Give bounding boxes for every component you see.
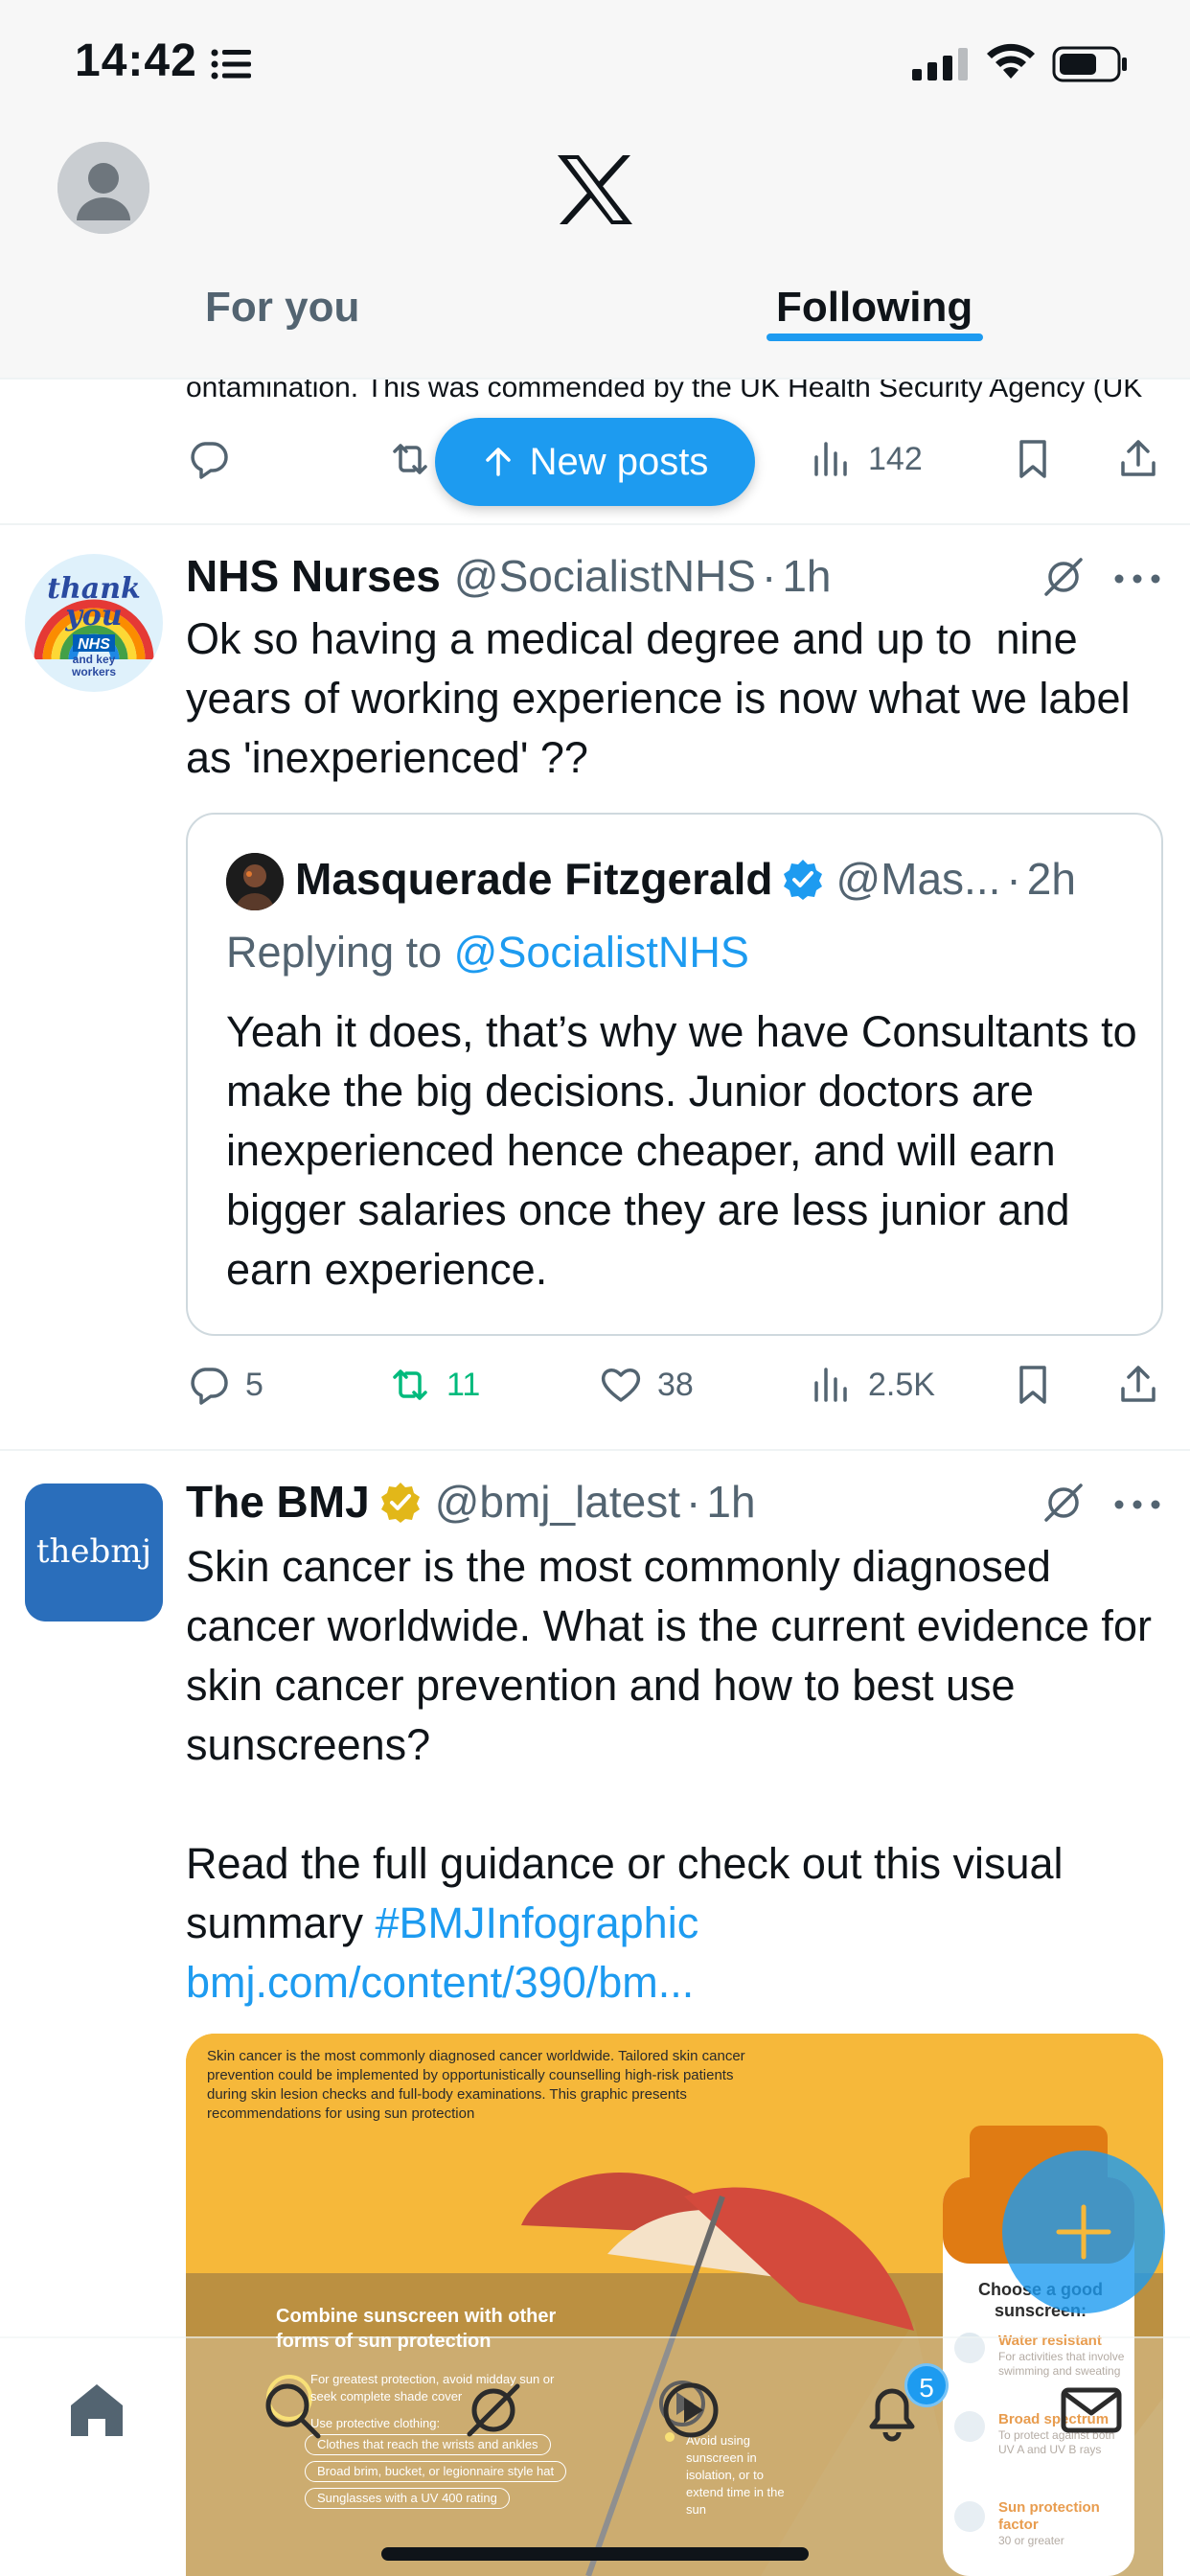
search-icon[interactable]: [259, 2377, 326, 2444]
compose-post-button[interactable]: [1002, 2150, 1165, 2313]
x-logo-icon[interactable]: [556, 153, 634, 226]
like-count: 38: [657, 1366, 694, 1403]
portrait-avatar-icon: [226, 853, 284, 910]
repost-button[interactable]: 11: [387, 1351, 480, 1418]
share-button[interactable]: [1115, 426, 1161, 493]
focus-list-icon: [211, 49, 251, 80]
views-stat[interactable]: 142: [809, 426, 923, 493]
bottom-navigation: 5: [0, 2336, 1190, 2576]
tab-following[interactable]: Following: [776, 284, 973, 332]
post-body-text-continued: Read the full guidance or check out this…: [186, 1834, 1173, 1953]
infographic-caption: Skin cancer is the most commonly diagnos…: [207, 2048, 745, 2122]
post-author-avatar[interactable]: thebmj: [25, 1484, 163, 1622]
grok-icon[interactable]: [1041, 554, 1087, 600]
replying-to-line: Replying to @SocialistNHS: [226, 928, 749, 978]
replying-to-handle[interactable]: @SocialistNHS: [454, 928, 749, 977]
bookmark-button[interactable]: [1010, 426, 1056, 493]
share-icon: [1121, 440, 1156, 476]
tab-for-you[interactable]: For you: [205, 284, 359, 332]
separator-dot: ·: [686, 1477, 701, 1527]
hashtag-link[interactable]: #BMJInfographic: [376, 1898, 699, 1947]
repost-icon: [393, 444, 427, 474]
author-handle[interactable]: @bmj_latest: [435, 1476, 680, 1528]
bmj-logo-icon: thebmj: [25, 1484, 163, 1622]
bookmark-button[interactable]: [1010, 1351, 1056, 1418]
new-posts-label: New posts: [529, 440, 709, 483]
post-age[interactable]: 1h: [782, 550, 831, 602]
quoted-author-handle: @Mas...: [835, 854, 1001, 904]
replying-to-label: Replying to: [226, 928, 454, 977]
post-action-bar: 5 11 38 2.5K: [186, 1351, 1163, 1418]
views-count: 2.5K: [868, 1366, 935, 1403]
quoted-author-name: Masquerade Fitzgerald: [295, 854, 773, 904]
top-header: 14:42 For you Following: [0, 0, 1190, 380]
heart-icon: [601, 1368, 641, 1402]
default-avatar-icon: [57, 142, 149, 234]
post-divider: [0, 523, 1190, 525]
author-name[interactable]: NHS Nurses: [186, 550, 441, 602]
grok-icon[interactable]: [460, 2377, 527, 2444]
status-bar: 14:42: [0, 0, 1190, 125]
spaces-icon[interactable]: [657, 2377, 724, 2444]
reply-button[interactable]: 5: [186, 1351, 263, 1418]
separator-dot: ·: [1006, 854, 1021, 904]
share-icon: [1121, 1366, 1156, 1402]
bmj-logo-text: thebmj: [36, 1532, 151, 1571]
reply-count: 5: [245, 1366, 263, 1403]
reply-button[interactable]: [186, 426, 232, 493]
avatar-word-and-key: and key: [73, 653, 116, 666]
verified-badge-icon: [784, 860, 823, 900]
like-button[interactable]: 38: [598, 1351, 694, 1418]
views-icon: [814, 442, 847, 476]
avatar-word-nhs: NHS: [78, 636, 110, 653]
gold-verified-badge-icon: [380, 1483, 420, 1523]
quoted-post[interactable]: Masquerade Fitzgerald @Mas... · 2h Reply…: [186, 813, 1163, 1336]
reply-icon: [191, 442, 228, 479]
repost-count: 11: [446, 1366, 481, 1403]
author-handle[interactable]: @SocialistNHS: [454, 550, 756, 602]
separator-dot: ·: [761, 551, 777, 601]
views-icon: [814, 1368, 847, 1402]
more-options-icon[interactable]: [1113, 1495, 1161, 1514]
post-age[interactable]: 1h: [706, 1476, 755, 1528]
repost-icon: [393, 1369, 427, 1400]
views-stat[interactable]: 2.5K: [809, 1351, 935, 1418]
wifi-icon: [987, 43, 1035, 79]
quoted-post-text: Yeah it does, that’s why we have Consult…: [226, 1007, 1137, 1294]
active-tab-indicator: [767, 334, 983, 341]
cellular-signal-icon: [912, 48, 968, 80]
author-name[interactable]: The BMJ: [186, 1476, 370, 1528]
external-link[interactable]: bmj.com/content/390/bm...: [186, 1953, 1173, 2012]
views-count: 142: [868, 440, 923, 477]
messages-icon[interactable]: [1058, 2377, 1125, 2444]
post-author-avatar[interactable]: thank you NHS and key workers: [25, 554, 163, 692]
avatar-word-workers: workers: [71, 665, 116, 678]
bookmark-icon: [1019, 1366, 1046, 1404]
post-body-text: Ok so having a medical degree and up to …: [186, 614, 1143, 782]
arrow-up-icon: [485, 448, 511, 476]
plus-icon: [1056, 2204, 1111, 2260]
grok-icon[interactable]: [1041, 1480, 1087, 1526]
quoted-post-header: Masquerade Fitzgerald @Mas... · 2h: [295, 853, 1076, 905]
notification-count-badge: 5: [904, 2363, 949, 2407]
avatar-word-you: you: [64, 599, 122, 632]
reply-icon: [191, 1368, 228, 1405]
battery-icon: [1052, 46, 1127, 82]
post-body-text: Skin cancer is the most commonly diagnos…: [186, 1542, 1164, 1769]
post-divider: [0, 1449, 1190, 1451]
new-posts-button[interactable]: New posts: [435, 418, 755, 506]
bookmark-icon: [1019, 440, 1046, 478]
post-header: The BMJ @bmj_latest · 1h: [186, 1476, 756, 1528]
home-icon[interactable]: [63, 2377, 130, 2444]
thank-you-nhs-avatar-icon: thank you NHS and key workers: [25, 554, 163, 692]
status-time: 14:42: [75, 35, 197, 86]
more-options-icon[interactable]: [1113, 569, 1161, 588]
profile-avatar[interactable]: [57, 142, 149, 234]
post-header: NHS Nurses @SocialistNHS · 1h: [186, 550, 831, 602]
quoted-author-avatar: [226, 853, 284, 910]
repost-button[interactable]: [387, 426, 433, 493]
home-indicator[interactable]: [381, 2547, 809, 2561]
quoted-post-age: 2h: [1026, 854, 1076, 904]
share-button[interactable]: [1115, 1351, 1161, 1418]
